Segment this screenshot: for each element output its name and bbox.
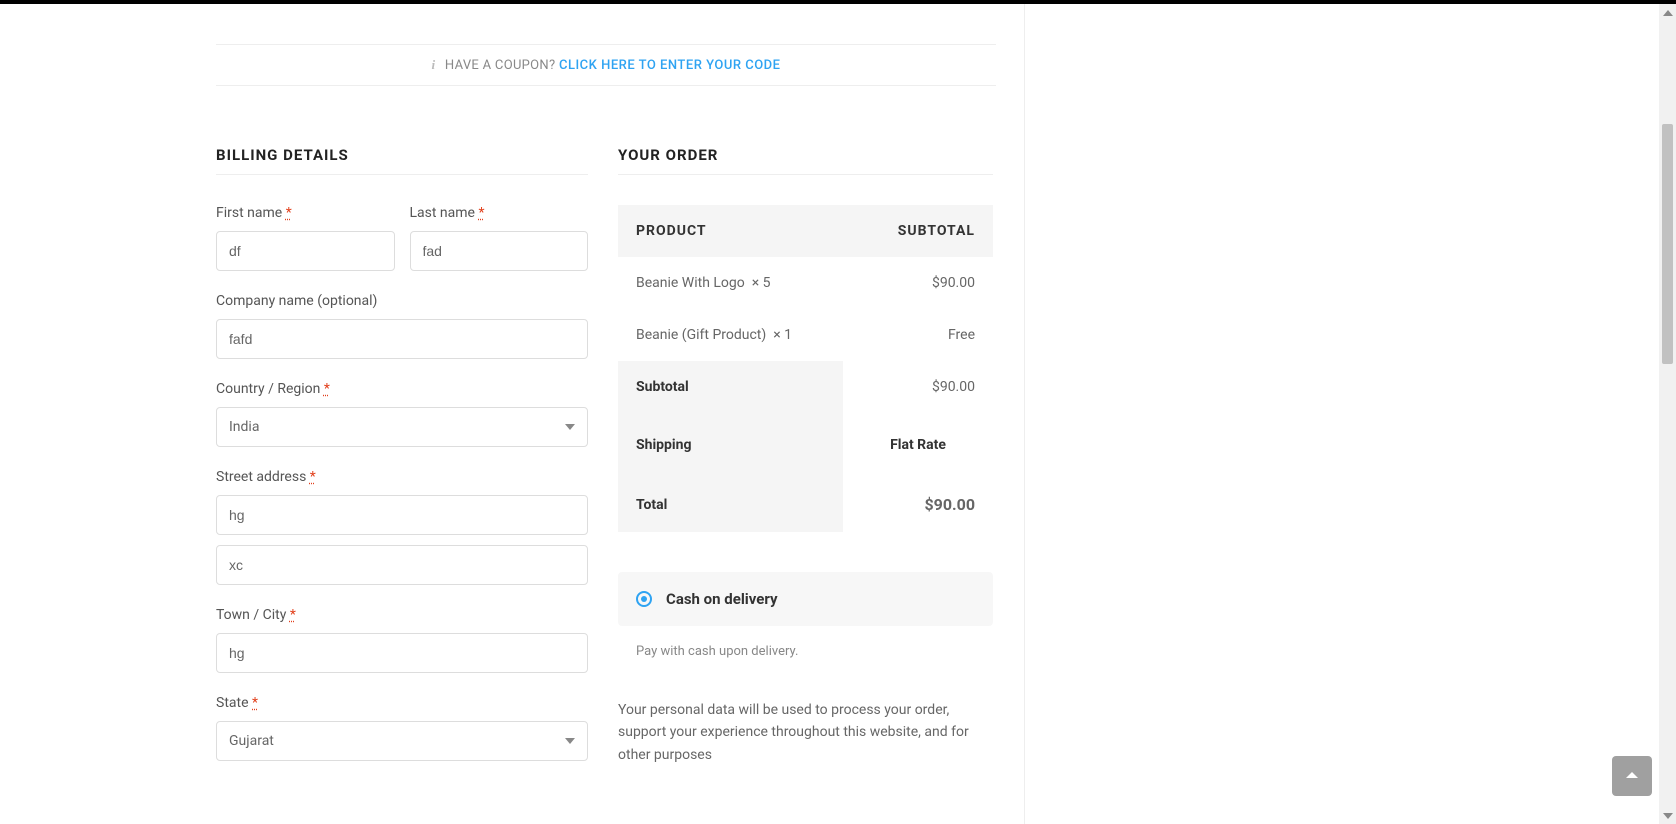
street-label: Street address *: [216, 469, 588, 485]
coupon-question: HAVE A COUPON?: [445, 58, 556, 73]
state-value: Gujarat: [229, 733, 274, 749]
order-item-qty: × 1: [773, 327, 792, 343]
payment-method-description: Pay with cash upon delivery.: [618, 644, 993, 659]
company-label: Company name (optional): [216, 293, 588, 309]
country-label: Country / Region *: [216, 381, 588, 397]
chevron-down-icon: [565, 424, 575, 430]
city-label-text: Town / City: [216, 607, 286, 623]
city-input[interactable]: [216, 633, 588, 673]
order-table: PRODUCT SUBTOTAL Beanie With Logo × 5 $9…: [618, 205, 993, 532]
required-asterisk: *: [310, 469, 316, 485]
city-label: Town / City *: [216, 607, 588, 623]
sidebar-divider: [1024, 4, 1025, 824]
divider: [618, 174, 993, 175]
country-select[interactable]: India: [216, 407, 588, 447]
order-item-price: Free: [843, 309, 993, 361]
order-item-row: Beanie With Logo × 5 $90.00: [618, 257, 993, 309]
scroll-down-button[interactable]: [1659, 807, 1676, 824]
total-row: Total $90.00: [618, 477, 993, 532]
order-head-subtotal: SUBTOTAL: [843, 205, 993, 257]
billing-heading: BILLING DETAILS: [216, 146, 588, 164]
state-select[interactable]: Gujarat: [216, 721, 588, 761]
last-name-label: Last name *: [410, 205, 589, 221]
company-input[interactable]: [216, 319, 588, 359]
required-asterisk: *: [290, 607, 296, 623]
shipping-label: Shipping: [618, 413, 843, 477]
scroll-top-button[interactable]: [1612, 756, 1652, 796]
order-head-product: PRODUCT: [618, 205, 843, 257]
required-asterisk: *: [478, 205, 484, 221]
country-value: India: [229, 419, 259, 435]
caret-up-icon: [1663, 10, 1673, 16]
scroll-up-button[interactable]: [1659, 4, 1676, 21]
order-heading: YOUR ORDER: [618, 146, 993, 164]
required-asterisk: *: [252, 695, 258, 711]
radio-icon: [636, 591, 652, 607]
chevron-up-icon: [1624, 768, 1640, 784]
order-item-row: Beanie (Gift Product) × 1 Free: [618, 309, 993, 361]
payment-method[interactable]: Cash on delivery: [618, 572, 993, 626]
total-value: $90.00: [843, 477, 993, 532]
state-label-text: State: [216, 695, 249, 711]
state-label: State *: [216, 695, 588, 711]
first-name-input[interactable]: [216, 231, 395, 271]
order-item-price: $90.00: [843, 257, 993, 309]
country-label-text: Country / Region: [216, 381, 320, 397]
info-icon: i: [431, 57, 435, 72]
vertical-scrollbar[interactable]: [1659, 4, 1676, 824]
required-asterisk: *: [324, 381, 330, 397]
street1-input[interactable]: [216, 495, 588, 535]
shipping-value: Flat Rate: [843, 413, 993, 477]
divider: [216, 174, 588, 175]
order-item-qty: × 5: [752, 275, 771, 291]
payment-method-label: Cash on delivery: [666, 590, 778, 608]
subtotal-value: $90.00: [843, 361, 993, 413]
subtotal-row: Subtotal $90.00: [618, 361, 993, 413]
street2-input[interactable]: [216, 545, 588, 585]
scrollbar-thumb[interactable]: [1662, 124, 1673, 364]
privacy-text: Your personal data will be used to proce…: [618, 699, 993, 766]
street-label-text: Street address: [216, 469, 306, 485]
last-name-input[interactable]: [410, 231, 589, 271]
coupon-link[interactable]: CLICK HERE TO ENTER YOUR CODE: [559, 58, 781, 73]
last-name-label-text: Last name: [410, 205, 475, 221]
required-asterisk: *: [286, 205, 292, 221]
total-label: Total: [618, 477, 843, 532]
caret-down-icon: [1663, 813, 1673, 819]
chevron-down-icon: [565, 738, 575, 744]
order-item-name: Beanie With Logo: [636, 275, 745, 291]
coupon-notice: i HAVE A COUPON? CLICK HERE TO ENTER YOU…: [216, 44, 996, 86]
subtotal-label: Subtotal: [618, 361, 843, 413]
first-name-label: First name *: [216, 205, 395, 221]
first-name-label-text: First name: [216, 205, 282, 221]
shipping-row: Shipping Flat Rate: [618, 413, 993, 477]
order-item-name: Beanie (Gift Product): [636, 327, 766, 343]
